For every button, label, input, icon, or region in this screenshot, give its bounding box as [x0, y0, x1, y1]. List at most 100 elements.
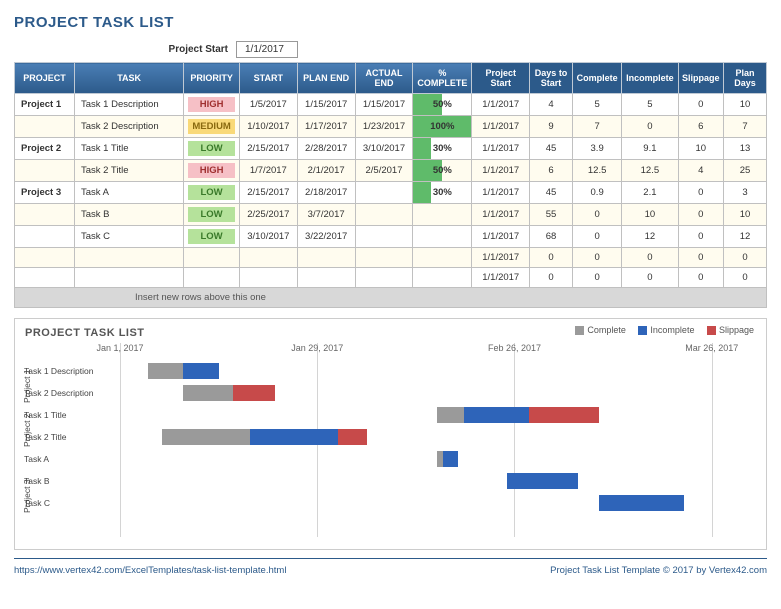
- cell-slippage: 0: [678, 248, 724, 268]
- cell-task: Task 2 Description: [74, 116, 183, 138]
- gantt-segment: [529, 407, 599, 423]
- cell-pct-complete: [413, 226, 472, 248]
- footer-copyright: Project Task List Template © 2017 by Ver…: [550, 565, 767, 576]
- cell-incomplete: 12.5: [622, 160, 678, 182]
- cell-plan-end: 3/7/2017: [297, 204, 355, 226]
- cell-task: Task C: [74, 226, 183, 248]
- chart-axis-tick: Jan 1, 2017: [96, 343, 143, 353]
- cell-project-start: 1/1/2017: [472, 268, 530, 288]
- cell-incomplete: 12: [622, 226, 678, 248]
- cell-days-to-start: 0: [530, 268, 573, 288]
- gantt-segment: [507, 473, 577, 489]
- cell-slippage: 0: [678, 204, 724, 226]
- cell-start: 1/10/2017: [239, 116, 297, 138]
- cell-slippage: 6: [678, 116, 724, 138]
- cell-start: 1/5/2017: [239, 94, 297, 116]
- gantt-segment: [250, 429, 338, 445]
- gantt-row: Task 2 Description: [120, 385, 754, 401]
- cell-actual-end: [355, 182, 413, 204]
- cell-actual-end: 1/23/2017: [355, 116, 413, 138]
- page-title: PROJECT TASK LIST: [14, 14, 767, 31]
- cell-pct-complete: 50%: [413, 94, 472, 116]
- cell-complete: 12.5: [572, 160, 621, 182]
- cell-project: [15, 268, 75, 288]
- gantt-chart: PROJECT TASK LIST Complete Incomplete Sl…: [14, 318, 767, 550]
- footer-url: https://www.vertex42.com/ExcelTemplates/…: [14, 565, 286, 576]
- cell-slippage: 0: [678, 94, 724, 116]
- cell-pct-complete: [413, 268, 472, 288]
- cell-plan-end: 2/28/2017: [297, 138, 355, 160]
- gantt-group-label: Project 2: [22, 413, 32, 447]
- cell-slippage: 0: [678, 226, 724, 248]
- cell-actual-end: [355, 226, 413, 248]
- gantt-row-label: Task A: [24, 454, 116, 464]
- chart-legend: Complete Incomplete Slippage: [565, 325, 754, 335]
- insert-row-text: Insert new rows above this one: [15, 288, 767, 308]
- gantt-row: Task B: [120, 473, 754, 489]
- pct-text: 30%: [413, 140, 471, 157]
- project-start-row: Project Start 1/1/2017: [14, 41, 767, 58]
- gantt-row: Task C: [120, 495, 754, 511]
- table-row: Task CLOW3/10/20173/22/20171/1/201768012…: [15, 226, 767, 248]
- cell-task: Task A: [74, 182, 183, 204]
- cell-days-to-start: 4: [530, 94, 573, 116]
- legend-label-incomplete: Incomplete: [650, 325, 694, 335]
- cell-days-to-start: 45: [530, 182, 573, 204]
- cell-incomplete: 0: [622, 268, 678, 288]
- cell-start: [239, 248, 297, 268]
- gantt-row-label: Task 2 Title: [24, 432, 116, 442]
- gantt-segment: [443, 451, 458, 467]
- cell-project-start: 1/1/2017: [472, 226, 530, 248]
- cell-complete: 5: [572, 94, 621, 116]
- insert-row: Insert new rows above this one: [15, 288, 767, 308]
- cell-priority: HIGH: [184, 160, 240, 182]
- cell-plan-days: 3: [724, 182, 767, 204]
- th-plan-end: PLAN END: [297, 63, 355, 94]
- cell-project-start: 1/1/2017: [472, 160, 530, 182]
- cell-project-start: 1/1/2017: [472, 116, 530, 138]
- priority-badge: LOW: [188, 141, 235, 156]
- cell-project-start: 1/1/2017: [472, 182, 530, 204]
- cell-priority: LOW: [184, 204, 240, 226]
- cell-priority: [184, 248, 240, 268]
- cell-days-to-start: 0: [530, 248, 573, 268]
- cell-plan-end: [297, 268, 355, 288]
- pct-text: 50%: [413, 162, 471, 179]
- cell-plan-days: 0: [724, 268, 767, 288]
- priority-badge: HIGH: [188, 163, 235, 178]
- cell-days-to-start: 6: [530, 160, 573, 182]
- cell-start: 2/15/2017: [239, 138, 297, 160]
- cell-start: 1/7/2017: [239, 160, 297, 182]
- cell-plan-end: [297, 248, 355, 268]
- chart-axis-tick: Feb 26, 2017: [488, 343, 541, 353]
- project-start-value[interactable]: 1/1/2017: [236, 41, 298, 58]
- priority-badge: HIGH: [188, 97, 235, 112]
- cell-start: 2/15/2017: [239, 182, 297, 204]
- cell-incomplete: 9.1: [622, 138, 678, 160]
- th-days-to-start: Days to Start: [530, 63, 573, 94]
- cell-plan-days: 10: [724, 204, 767, 226]
- cell-priority: HIGH: [184, 94, 240, 116]
- cell-start: 3/10/2017: [239, 226, 297, 248]
- chart-axis-tick: Jan 29, 2017: [291, 343, 343, 353]
- cell-plan-end: 2/18/2017: [297, 182, 355, 204]
- cell-incomplete: 5: [622, 94, 678, 116]
- th-pct-complete: % COMPLETE: [413, 63, 472, 94]
- gantt-segment: [464, 407, 528, 423]
- cell-plan-days: 25: [724, 160, 767, 182]
- cell-priority: LOW: [184, 226, 240, 248]
- th-complete: Complete: [572, 63, 621, 94]
- cell-task: Task 1 Description: [74, 94, 183, 116]
- table-row: Task 2 TitleHIGH1/7/20172/1/20172/5/2017…: [15, 160, 767, 182]
- cell-incomplete: 10: [622, 204, 678, 226]
- cell-incomplete: 0: [622, 248, 678, 268]
- gantt-row-label: Task 1 Description: [24, 366, 116, 376]
- legend-label-slippage: Slippage: [719, 325, 754, 335]
- cell-plan-end: 2/1/2017: [297, 160, 355, 182]
- cell-project: [15, 226, 75, 248]
- cell-project: Project 2: [15, 138, 75, 160]
- cell-complete: 3.9: [572, 138, 621, 160]
- cell-project: Project 3: [15, 182, 75, 204]
- cell-plan-days: 12: [724, 226, 767, 248]
- cell-task: Task B: [74, 204, 183, 226]
